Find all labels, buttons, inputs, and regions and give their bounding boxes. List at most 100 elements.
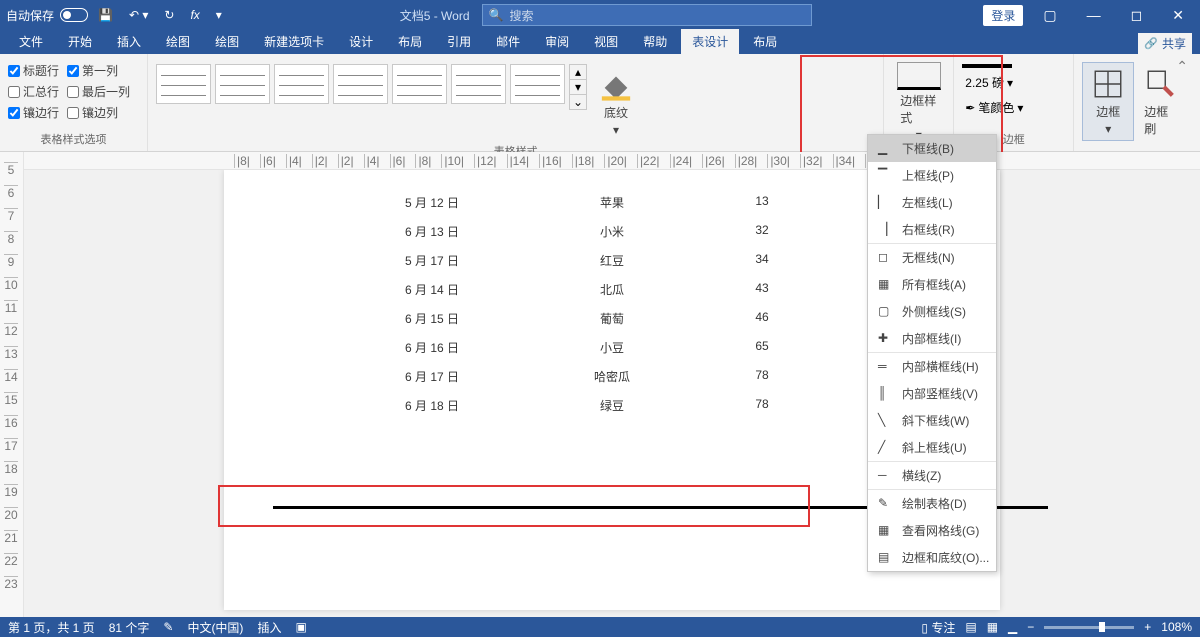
line-width-dropdown[interactable]: 2.25 磅 ▾ [962,72,1065,93]
cb-banded-row[interactable]: 镶边行 [8,104,59,121]
tab-mailings[interactable]: 邮件 [485,29,531,54]
macro-icon[interactable]: ▣ [295,620,306,634]
zoom-in-icon[interactable]: + [1144,620,1151,634]
cb-header-row[interactable]: 标题行 [8,62,59,79]
qat-more-icon[interactable]: ▾ [210,6,228,24]
maximize-icon[interactable]: ◻ [1121,3,1153,28]
table-row[interactable]: 6 月 14 日北瓜43 [342,281,882,298]
gallery-up-icon[interactable]: ▴ [570,65,586,79]
save-icon[interactable]: 💾 [92,6,119,24]
btn-label: 边框样式 [900,92,937,126]
border-menu-item[interactable]: ╱斜上框线(U) [868,434,996,461]
tab-file[interactable]: 文件 [8,29,54,54]
cb-first-col[interactable]: 第一列 [67,62,118,79]
border-menu-item[interactable]: ═内部横框线(H) [868,352,996,380]
tab-review[interactable]: 审阅 [534,29,580,54]
tab-layout[interactable]: 布局 [387,29,433,54]
tab-references[interactable]: 引用 [436,29,482,54]
border-menu-item[interactable]: ▕ 右框线(R) [868,216,996,243]
tab-design[interactable]: 设计 [338,29,384,54]
border-menu-item[interactable]: ◻无框线(N) [868,243,996,271]
cell-qty: 78 [702,368,822,385]
spellcheck-icon[interactable]: ✎ [163,620,173,634]
tab-insert[interactable]: 插入 [106,29,152,54]
zoom-out-icon[interactable]: − [1027,620,1034,634]
border-menu-item[interactable]: ─横线(Z) [868,461,996,489]
ribbon-options-icon[interactable]: ▢ [1033,3,1066,28]
cb-total-row[interactable]: 汇总行 [8,83,59,100]
borders-icon [1091,67,1125,101]
gallery-more-icon[interactable]: ⌄ [570,94,586,109]
tab-view[interactable]: 视图 [583,29,629,54]
table-row[interactable]: 5 月 17 日红豆34 [342,252,882,269]
language-indicator[interactable]: 中文(中国) [187,619,243,636]
border-menu-item[interactable]: ✎绘制表格(D) [868,489,996,517]
insert-mode[interactable]: 插入 [257,619,281,636]
cell-date: 6 月 16 日 [342,339,522,356]
style-thumb[interactable] [451,64,506,104]
style-thumb[interactable] [392,64,447,104]
border-menu-item[interactable]: ▤边框和底纹(O)... [868,544,996,571]
tab-help[interactable]: 帮助 [632,29,678,54]
table-row[interactable]: 6 月 13 日小米32 [342,223,882,240]
cb-banded-col[interactable]: 镶边列 [67,104,118,121]
tab-newtab[interactable]: 新建选项卡 [253,29,335,54]
table-row[interactable]: 5 月 12 日苹果13 [342,194,882,211]
border-menu-item[interactable]: ▦所有框线(A) [868,271,996,298]
borders-button[interactable]: 边框▾ [1082,62,1134,141]
menu-label: 横线(Z) [902,467,941,484]
menu-label: 右框线(R) [902,221,955,238]
view-web-icon[interactable]: ▁ [1008,620,1017,634]
zoom-value[interactable]: 108% [1161,620,1192,634]
border-menu-item[interactable]: ▏左框线(L) [868,189,996,216]
style-thumb[interactable] [274,64,329,104]
border-diag1-icon: ╲ [878,413,894,429]
collapse-ribbon-icon[interactable]: ⌃ [1164,54,1200,151]
gallery-down-icon[interactable]: ▾ [570,79,586,94]
pen-color-dropdown[interactable]: ✒ 笔颜色 ▾ [962,97,1065,118]
border-menu-item[interactable]: ▦查看网格线(G) [868,517,996,544]
share-button[interactable]: 🔗 共享 [1138,33,1192,54]
style-thumb[interactable] [156,64,211,104]
table-row[interactable]: 6 月 16 日小豆65 [342,339,882,356]
border-inside-icon: ✚ [878,331,894,347]
close-icon[interactable]: ✕ [1162,3,1194,28]
table-row[interactable]: 6 月 17 日哈密瓜78 [342,368,882,385]
zoom-slider[interactable] [1044,626,1134,629]
cell-product: 北瓜 [522,281,702,298]
word-count[interactable]: 81 个字 [109,619,150,636]
redo-icon[interactable]: ↻ [158,6,180,24]
search-input[interactable]: 🔍 搜索 [482,4,812,26]
border-right-icon: ▕ [878,222,894,238]
border-menu-item[interactable]: ✚内部框线(I) [868,325,996,352]
menu-label: 斜下框线(W) [902,412,969,429]
style-thumb[interactable] [333,64,388,104]
border-menu-item[interactable]: ╲ 斜下框线(W) [868,407,996,434]
autosave-toggle[interactable]: 自动保存 [6,7,88,24]
border-menu-item[interactable]: ▔上框线(P) [868,162,996,189]
style-thumb[interactable] [215,64,270,104]
table-row[interactable]: 6 月 15 日葡萄46 [342,310,882,327]
tab-home[interactable]: 开始 [57,29,103,54]
border-menu-item[interactable]: ▁下框线(B) [868,135,996,162]
tab-tabledesign[interactable]: 表设计 [681,29,739,54]
view-read-icon[interactable]: ▦ [987,620,998,634]
tab-draw2[interactable]: 绘图 [204,29,250,54]
page-indicator[interactable]: 第 1 页，共 1 页 [8,619,95,636]
cb-last-col[interactable]: 最后一列 [67,83,130,100]
border-menu-item[interactable]: ▢外侧框线(S) [868,298,996,325]
focus-mode[interactable]: ▯ 专注 [921,619,955,636]
border-menu-item[interactable]: ║内部竖框线(V) [868,380,996,407]
login-button[interactable]: 登录 [983,5,1023,26]
border-left-icon: ▏ [878,195,894,211]
border-styles-button[interactable]: 边框样式▾ [892,58,945,146]
tab-tablelayout[interactable]: 布局 [742,29,788,54]
style-thumb[interactable] [510,64,565,104]
minimize-icon[interactable]: — [1077,3,1111,27]
view-print-icon[interactable]: ▤ [965,620,976,634]
table-row[interactable]: 6 月 18 日绿豆78 [342,397,882,414]
shading-button[interactable]: 底纹▾ [591,64,641,141]
fx-icon[interactable]: fx [184,6,205,24]
undo-icon[interactable]: ↶ ▾ [123,6,154,24]
tab-draw1[interactable]: 绘图 [155,29,201,54]
